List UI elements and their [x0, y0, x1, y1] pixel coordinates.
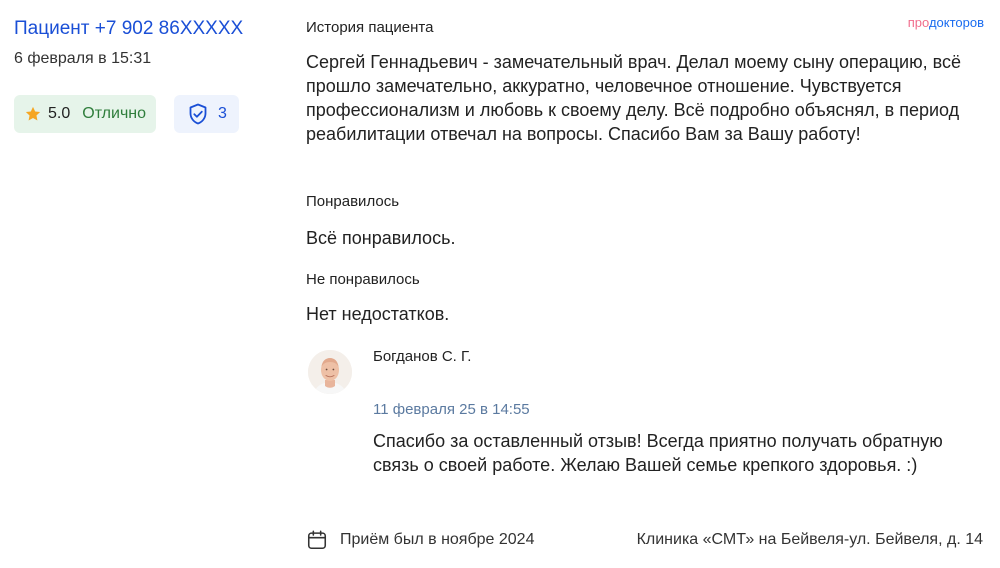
- disliked-text: Нет недостатков.: [306, 304, 450, 324]
- reply-date: 11 февраля 25 в 14:55: [373, 401, 530, 418]
- history-title: История пациента: [306, 19, 434, 36]
- brand-logo-part2: докторов: [928, 15, 984, 30]
- doctor-reply: Богданов С. Г. 11 февраля 25 в 14:55 Спа…: [306, 342, 986, 512]
- reply-text: Спасибо за оставленный отзыв! Всегда при…: [373, 431, 943, 475]
- review-footer: Приём был в ноябре 2024 Клиника «СМТ» на…: [306, 528, 986, 554]
- history-text: Сергей Геннадьевич - замечательный врач.…: [306, 52, 961, 144]
- liked-text: Всё понравилось.: [306, 228, 456, 248]
- patient-name-link[interactable]: Пациент +7 902 86XXXXX: [14, 18, 243, 40]
- brand-logo[interactable]: продокторов: [908, 15, 984, 30]
- verification-count: 3: [218, 105, 227, 122]
- liked-title: Понравилось: [306, 193, 400, 210]
- star-icon: [25, 106, 41, 121]
- verification-badge[interactable]: 3: [174, 95, 239, 133]
- doctor-avatar-image: [308, 350, 352, 394]
- review-date: 6 февраля в 15:31: [14, 50, 152, 67]
- doctor-avatar[interactable]: [308, 350, 352, 394]
- calendar-icon: [306, 529, 328, 551]
- shield-check-icon: [189, 103, 207, 125]
- rating-label: Отлично: [82, 105, 147, 122]
- clinic-address[interactable]: Клиника «СМТ» на Бейвеля-ул. Бейвеля, д.…: [637, 531, 983, 549]
- rating-badge: 5.0 Отлично: [14, 95, 157, 133]
- doctor-name: Богданов С. Г.: [373, 348, 472, 365]
- rating-value: 5.0: [48, 105, 71, 122]
- brand-logo-part1: про: [907, 15, 929, 30]
- disliked-title: Не понравилось: [306, 271, 420, 288]
- visit-date: Приём был в ноябре 2024: [340, 531, 535, 548]
